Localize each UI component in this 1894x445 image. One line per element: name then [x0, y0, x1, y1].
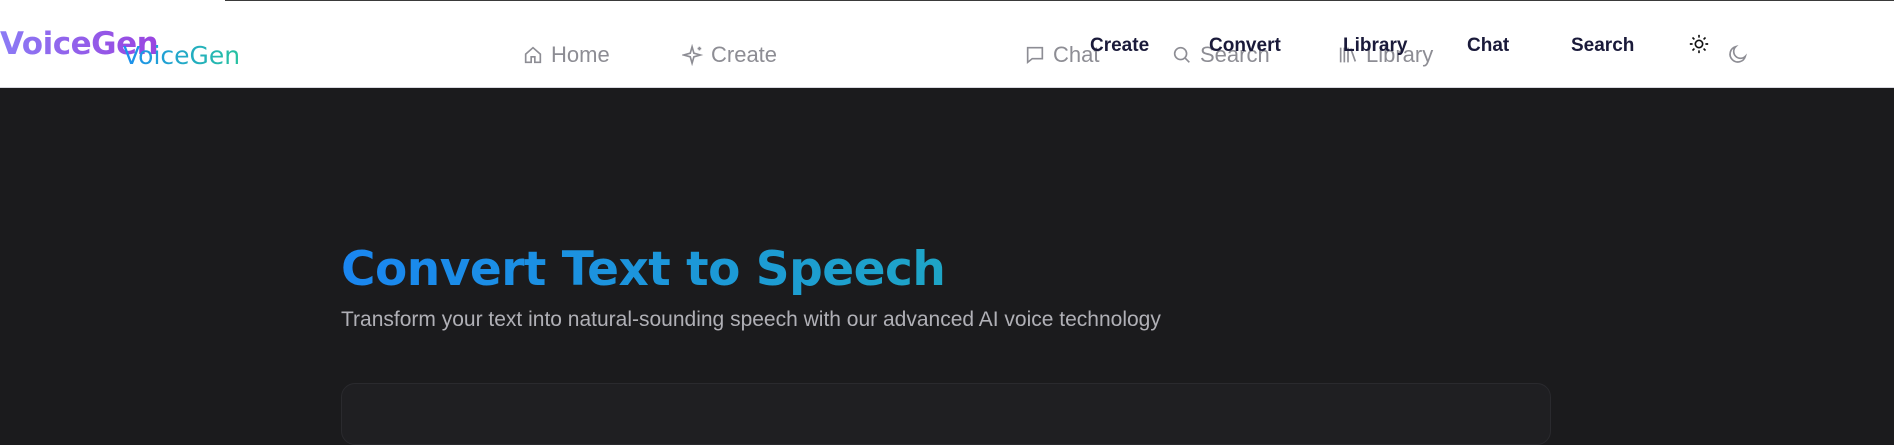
page-subtitle: Transform your text into natural-soundin…: [341, 308, 1161, 331]
page-title: Convert Text to Speech: [341, 240, 1161, 300]
nav-chat[interactable]: Chat: [1467, 35, 1509, 57]
nav-search[interactable]: Search: [1571, 35, 1634, 57]
converter-card: [341, 383, 1551, 445]
ghost-nav-home-label: Home: [551, 42, 610, 67]
nav-library[interactable]: Library: [1343, 35, 1407, 57]
hero-section: Convert Text to Speech Transform your te…: [341, 240, 1161, 332]
top-divider: [225, 0, 1894, 1]
ghost-nav-chat[interactable]: Chat: [1024, 42, 1099, 68]
ghost-nav-create[interactable]: Create: [682, 42, 777, 68]
ghost-nav-create-label: Create: [711, 42, 778, 67]
sparkle-icon: [682, 44, 704, 66]
header-bar: VoiceGen VoiceGen Home Create Chat Searc…: [0, 0, 1894, 88]
nav-create[interactable]: Create: [1090, 35, 1149, 57]
search-icon: [1173, 46, 1190, 63]
home-icon: [524, 46, 542, 64]
nav-convert[interactable]: Convert: [1209, 35, 1281, 57]
moon-icon[interactable]: [1727, 43, 1749, 69]
ghost-nav-home[interactable]: Home: [522, 42, 610, 68]
logo-secondary[interactable]: VoiceGen: [123, 41, 240, 70]
chat-icon: [1026, 46, 1044, 65]
sun-icon[interactable]: [1688, 33, 1710, 59]
